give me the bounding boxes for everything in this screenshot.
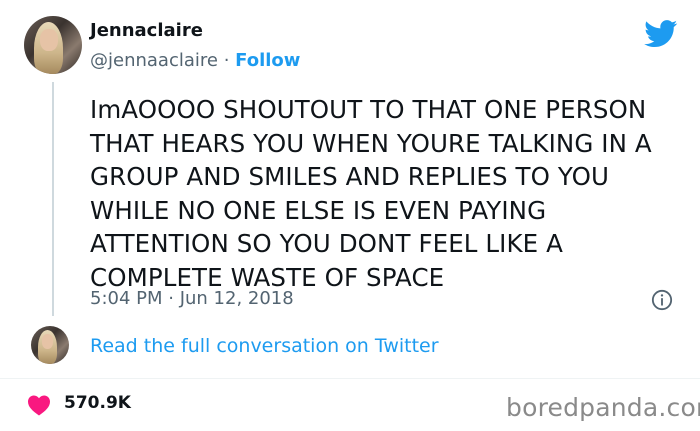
- tweet-text: ImAOOOO SHOUTOUT TO THAT ONE PERSON THAT…: [90, 93, 686, 294]
- tweet-timestamp[interactable]: 5:04 PM · Jun 12, 2018: [90, 288, 294, 309]
- author-avatar[interactable]: [24, 16, 82, 74]
- conversation-avatar: [31, 326, 69, 364]
- thread-line: [52, 82, 54, 316]
- author-handle[interactable]: @jennaaclaire: [90, 50, 218, 71]
- tweet-line: ATTENTION SO YOU DONT FEEL LIKE A: [90, 229, 563, 258]
- author-handle-row: @jennaaclaire · Follow: [90, 50, 300, 71]
- read-conversation-link[interactable]: Read the full conversation on Twitter: [90, 335, 439, 357]
- avatar-face: [41, 334, 54, 349]
- avatar-face: [40, 28, 58, 51]
- follow-button[interactable]: Follow: [235, 50, 300, 71]
- divider: [0, 378, 700, 379]
- author-name[interactable]: Jennaclaire: [90, 20, 203, 41]
- tweet-line: ImAOOOO SHOUTOUT TO THAT ONE PERSON: [90, 95, 647, 124]
- tweet-line: THAT HEARS YOU WHEN YOURE TALKING IN A: [90, 128, 652, 158]
- info-icon[interactable]: [651, 289, 673, 311]
- twitter-bird-icon[interactable]: [644, 20, 678, 48]
- tweet-line: GROUP AND SMILES AND REPLIES TO YOU: [90, 162, 610, 191]
- tweet-line: WHILE NO ONE ELSE IS EVEN PAYING: [90, 195, 547, 225]
- like-count: 570.9K: [64, 393, 131, 413]
- heart-icon[interactable]: [27, 394, 51, 416]
- handle-separator: ·: [217, 50, 236, 71]
- watermark: boredpanda.com: [506, 393, 700, 422]
